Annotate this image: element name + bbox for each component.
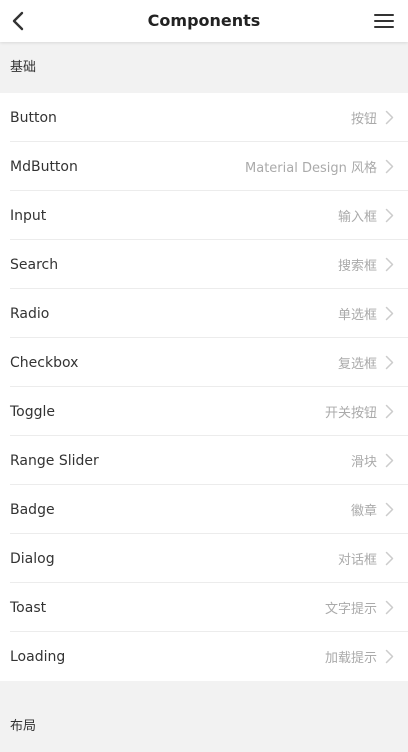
chevron-right-icon bbox=[385, 502, 394, 517]
list-item-desc: 按钮 bbox=[350, 112, 377, 127]
list-item-search[interactable]: Search 搜索框 bbox=[0, 240, 408, 289]
list-item-desc: Material Design 风格 bbox=[245, 161, 377, 176]
navbar: Components bbox=[0, 0, 408, 42]
chevron-right-icon bbox=[385, 306, 394, 321]
list-item-radio[interactable]: Radio 单选框 bbox=[0, 289, 408, 338]
list-item-title: MdButton bbox=[10, 158, 78, 175]
list-item-title: Dialog bbox=[10, 550, 55, 567]
list-item-title: Search bbox=[10, 256, 59, 273]
list-item-desc: 滑块 bbox=[350, 455, 377, 470]
list-item-dialog[interactable]: Dialog 对话框 bbox=[0, 534, 408, 583]
list-item-title: Input bbox=[10, 207, 47, 224]
page-title: Components bbox=[147, 11, 261, 30]
component-list: Button 按钮 MdButton Material Design 风格 In… bbox=[0, 93, 408, 681]
chevron-right-icon bbox=[385, 208, 394, 223]
chevron-right-icon bbox=[385, 257, 394, 272]
chevron-right-icon bbox=[385, 159, 394, 174]
back-button[interactable] bbox=[0, 0, 36, 42]
chevron-right-icon bbox=[385, 404, 394, 419]
section-header-basic: 基础 bbox=[0, 42, 408, 93]
list-item-desc: 对话框 bbox=[337, 553, 377, 568]
chevron-right-icon bbox=[385, 453, 394, 468]
list-item-desc: 加载提示 bbox=[324, 651, 377, 666]
list-item-range-slider[interactable]: Range Slider 滑块 bbox=[0, 436, 408, 485]
list-item-desc: 徽章 bbox=[350, 504, 377, 519]
list-item-desc: 输入框 bbox=[337, 210, 377, 225]
list-item-mdbutton[interactable]: MdButton Material Design 风格 bbox=[0, 142, 408, 191]
list-item-title: Radio bbox=[10, 305, 50, 322]
list-item-button[interactable]: Button 按钮 bbox=[0, 93, 408, 142]
menu-button[interactable] bbox=[360, 0, 408, 42]
list-item-loading[interactable]: Loading 加载提示 bbox=[0, 632, 408, 681]
list-item-title: Badge bbox=[10, 501, 55, 518]
chevron-right-icon bbox=[385, 551, 394, 566]
list-item-desc: 单选框 bbox=[337, 308, 377, 323]
list-item-toggle[interactable]: Toggle 开关按钮 bbox=[0, 387, 408, 436]
list-item-title: Toast bbox=[10, 599, 47, 616]
list-item-title: Loading bbox=[10, 648, 66, 665]
list-item-title: Checkbox bbox=[10, 354, 79, 371]
chevron-right-icon bbox=[385, 649, 394, 664]
chevron-right-icon bbox=[385, 355, 394, 370]
list-item-desc: 复选框 bbox=[337, 357, 377, 372]
list-item-desc: 开关按钮 bbox=[324, 406, 377, 421]
list-item-title: Button bbox=[10, 109, 57, 126]
section-header-layout: 布局 bbox=[10, 719, 37, 734]
chevron-left-icon bbox=[12, 11, 24, 31]
hamburger-menu-icon bbox=[374, 14, 394, 28]
list-item-input[interactable]: Input 输入框 bbox=[0, 191, 408, 240]
list-item-desc: 文字提示 bbox=[324, 602, 377, 617]
list-item-toast[interactable]: Toast 文字提示 bbox=[0, 583, 408, 632]
list-item-checkbox[interactable]: Checkbox 复选框 bbox=[0, 338, 408, 387]
list-item-title: Range Slider bbox=[10, 452, 99, 469]
list-item-title: Toggle bbox=[10, 403, 56, 420]
chevron-right-icon bbox=[385, 110, 394, 125]
chevron-right-icon bbox=[385, 600, 394, 615]
list-item-desc: 搜索框 bbox=[337, 259, 377, 274]
list-item-badge[interactable]: Badge 徽章 bbox=[0, 485, 408, 534]
